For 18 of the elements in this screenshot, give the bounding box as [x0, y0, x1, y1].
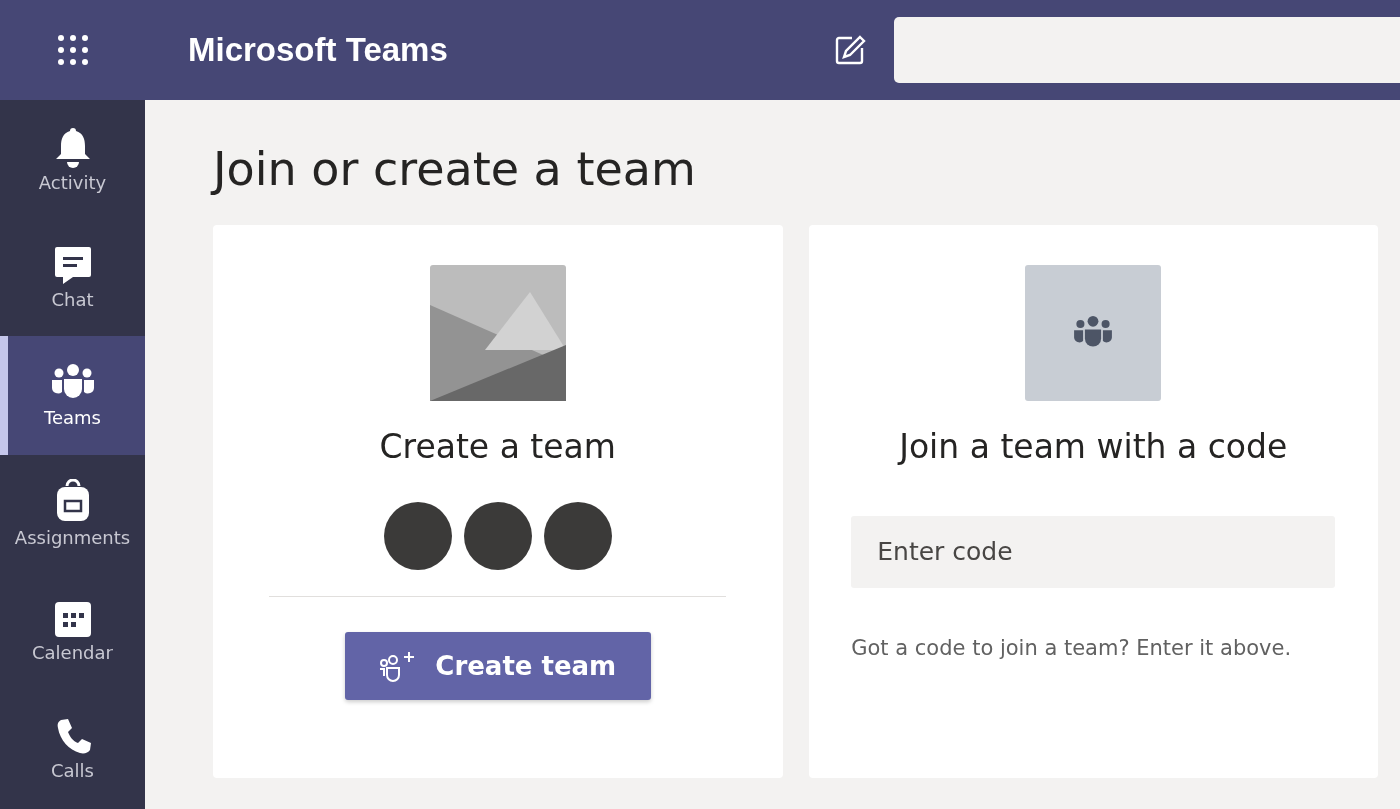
code-input-field[interactable]: Enter code: [851, 515, 1336, 588]
rail-item[interactable]: Calendar: [0, 572, 145, 691]
chat-icon: [52, 244, 93, 285]
hint-text: Got a code to join a team? Enter it above.: [851, 635, 1293, 660]
rail-item[interactable]: Assignments: [0, 454, 145, 573]
rail-item[interactable]: Chat: [0, 218, 145, 337]
rail-item[interactable]: Activity: [0, 100, 145, 219]
card-title: Create a team: [379, 426, 616, 466]
card-title: Join a team with a code: [899, 426, 1288, 466]
landscape-image-icon: [429, 264, 566, 401]
search-field[interactable]: [894, 17, 1400, 83]
rail-item[interactable]: Calls: [0, 690, 145, 809]
rail-item[interactable]: Teams: [0, 336, 145, 455]
create-team-button[interactable]: Create team: [344, 631, 651, 700]
app-grid-icon[interactable]: [55, 33, 90, 67]
compose-icon[interactable]: [834, 34, 866, 66]
calendar-icon: [53, 600, 92, 639]
app-title: Microsoft Teams: [188, 31, 449, 69]
